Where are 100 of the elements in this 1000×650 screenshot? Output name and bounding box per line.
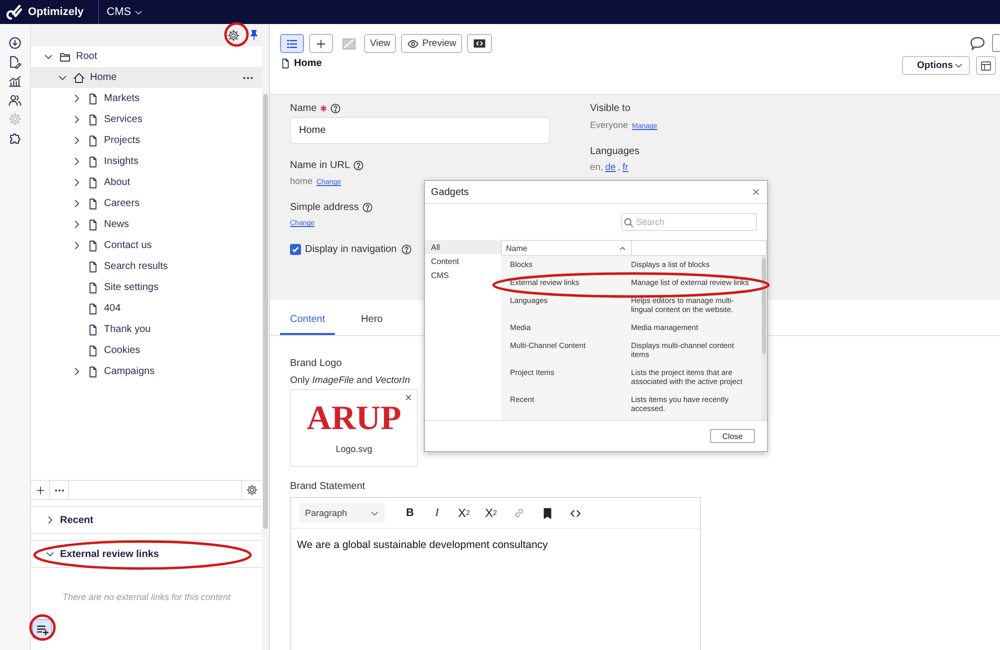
field-label: Brand Statement	[290, 481, 366, 492]
category-item[interactable]: All	[425, 240, 501, 254]
page-title: Home	[294, 58, 322, 69]
page-icon	[87, 260, 99, 272]
eye-icon	[407, 38, 420, 50]
compare-button[interactable]	[467, 34, 492, 53]
language-link[interactable]: fr	[622, 162, 628, 173]
page-icon	[87, 198, 99, 210]
bold-button[interactable]: B	[401, 503, 419, 523]
name-field[interactable]: Home	[290, 117, 550, 144]
plus-icon	[315, 38, 327, 50]
page-icon	[280, 58, 291, 69]
add-list-icon	[36, 622, 48, 636]
list-icon	[286, 38, 298, 50]
field-label: Brand Logo	[290, 358, 342, 369]
puzzle-icon[interactable]	[8, 131, 22, 145]
logo-icon	[6, 4, 22, 20]
logo-image: ARUP	[306, 402, 402, 436]
dialog-title: Gadgets	[431, 186, 469, 198]
tree-item[interactable]: Services	[31, 109, 262, 130]
tab[interactable]: Hero	[351, 305, 393, 335]
tree-item[interactable]: Markets	[31, 88, 262, 109]
page-icon	[87, 366, 99, 378]
tree-item[interactable]: About	[31, 172, 262, 193]
close-icon	[751, 187, 761, 197]
empty-message: There are no external links for this content	[61, 591, 232, 604]
options-dropdown[interactable]: Options	[902, 56, 970, 75]
italic-button[interactable]: I	[428, 503, 446, 523]
scrollbar[interactable]	[262, 24, 269, 650]
search-icon	[623, 217, 634, 228]
help-icon[interactable]	[400, 244, 412, 255]
visibility-value: Everyone	[590, 120, 628, 130]
layout-icon	[980, 60, 992, 72]
url-value: home	[290, 176, 313, 186]
image-icon	[340, 36, 356, 52]
tree-item[interactable]: Search results	[31, 256, 262, 277]
chart-icon[interactable]	[8, 74, 22, 88]
language-text: ,	[618, 162, 620, 173]
tree-item[interactable]: Contact us	[31, 235, 262, 256]
users-icon[interactable]	[8, 93, 22, 107]
close-dialog-button[interactable]: Close	[710, 429, 755, 443]
checkbox[interactable]	[290, 244, 301, 255]
category-item[interactable]: CMS	[425, 268, 501, 282]
page-icon	[87, 92, 99, 104]
help-icon[interactable]	[353, 160, 364, 171]
chevron-down-icon	[954, 61, 963, 70]
folder-icon	[59, 50, 71, 62]
search-field[interactable]: Search	[621, 213, 757, 231]
tree-item[interactable]: Home	[31, 67, 262, 88]
field-label: Visible to	[590, 103, 630, 114]
layout-button[interactable]	[976, 56, 996, 75]
field-label: Languages	[590, 146, 640, 157]
help-icon[interactable]	[330, 103, 341, 114]
tree-item[interactable]: Root	[31, 46, 262, 67]
brand-name: Optimizely	[28, 6, 84, 18]
pin-icon[interactable]	[248, 29, 260, 41]
product-menu[interactable]: CMS	[98, 6, 152, 18]
close-icon[interactable]	[404, 393, 413, 402]
field-label: Simple address	[290, 202, 359, 213]
preview-button[interactable]: Preview	[401, 34, 462, 53]
home-icon	[73, 72, 85, 84]
page-icon	[87, 344, 99, 356]
tree-item[interactable]: Careers	[31, 193, 262, 214]
add-button[interactable]	[309, 34, 333, 53]
language-link[interactable]: de	[605, 162, 616, 173]
tree-item[interactable]: 404	[31, 298, 262, 319]
page-icon	[87, 114, 99, 126]
bookmark-icon	[541, 506, 554, 520]
page-edit-icon[interactable]	[8, 55, 22, 69]
format-dropdown[interactable]: Paragraph	[299, 503, 385, 523]
superscript-button[interactable]: X$^{2}$	[482, 503, 500, 523]
page-icon	[87, 134, 99, 146]
outline-view-button[interactable]	[280, 34, 304, 53]
help-icon[interactable]	[362, 202, 373, 213]
highlight-circle	[29, 614, 56, 641]
field-label: Name in URL	[290, 160, 350, 171]
settings-icon	[246, 484, 258, 496]
pane-header[interactable]: Recent	[31, 506, 262, 534]
comment-icon[interactable]	[969, 34, 986, 52]
tree-item[interactable]: Projects	[31, 130, 262, 151]
info-icon[interactable]	[8, 36, 22, 50]
tab[interactable]: Content	[280, 305, 336, 335]
plus-icon	[34, 484, 46, 496]
tree-item[interactable]: Campaigns	[31, 361, 262, 382]
pane-title: Recent	[60, 514, 94, 526]
tree-item[interactable]: Insights	[31, 151, 262, 172]
tree-item[interactable]: Cookies	[31, 340, 262, 361]
checkbox-label: Display in navigation	[305, 244, 397, 255]
field-label: Name	[290, 103, 317, 114]
hint-text: Only ImageFile and VectorIn	[290, 375, 410, 386]
tree-item[interactable]: News	[31, 214, 262, 235]
settings-icon[interactable]	[227, 28, 240, 42]
scrollbar[interactable]	[761, 256, 767, 420]
close-button[interactable]	[751, 187, 761, 197]
category-item[interactable]: Content	[425, 254, 501, 268]
tree-item[interactable]: Thank you	[31, 319, 262, 340]
tree-item[interactable]: Site settings	[31, 277, 262, 298]
page-icon	[87, 240, 99, 252]
view-button[interactable]: View	[364, 34, 396, 53]
page-icon	[87, 282, 99, 294]
